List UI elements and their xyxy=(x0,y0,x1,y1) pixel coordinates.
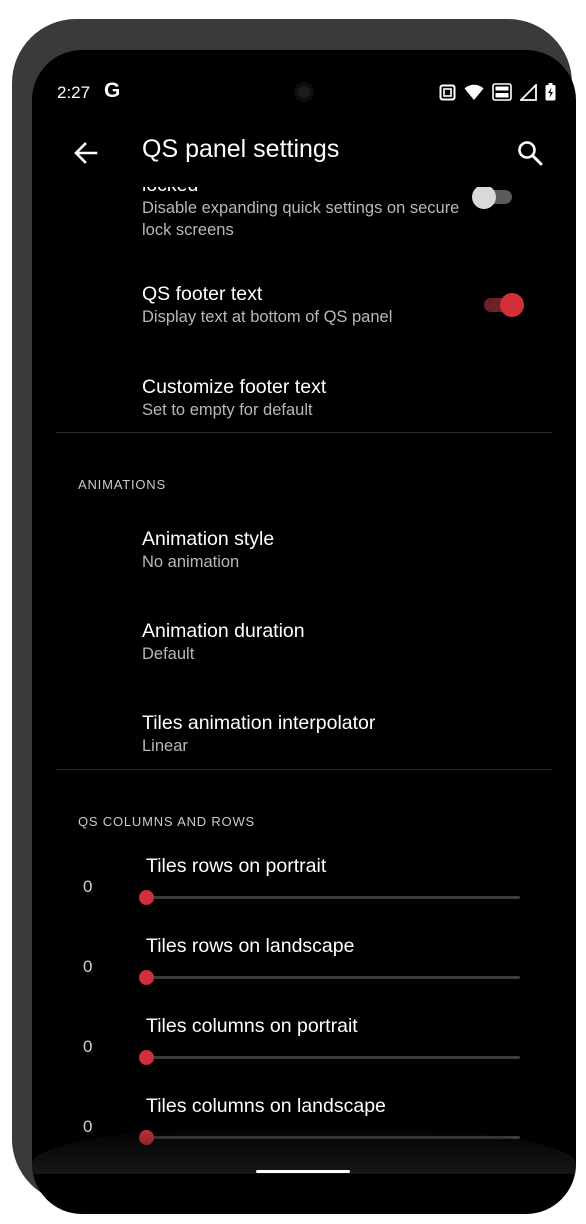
status-bar: 2:27 G xyxy=(32,50,576,110)
slider-title: Tiles rows on landscape xyxy=(146,935,355,957)
slider-rows-landscape[interactable]: 0 Tiles rows on landscape xyxy=(32,933,576,1013)
toggle-thumb xyxy=(472,187,496,209)
wifi-icon xyxy=(464,84,484,100)
pref-title: Animation duration xyxy=(142,620,305,642)
slider-columns-portrait[interactable]: 0 Tiles columns on portrait xyxy=(32,1013,576,1093)
divider xyxy=(56,432,552,433)
slider-track[interactable] xyxy=(146,896,520,899)
pref-title: Animation style xyxy=(142,528,275,550)
slider-track[interactable] xyxy=(146,976,520,979)
signal-icon xyxy=(520,83,537,101)
pref-summary: Linear xyxy=(142,737,188,755)
slider-thumb[interactable] xyxy=(139,1050,154,1065)
pref-summary: Disable expanding quick settings on secu… xyxy=(142,199,460,239)
screen: 2:27 G QS panel settings Disable expandi… xyxy=(32,50,576,1214)
slider-value: 0 xyxy=(83,1117,93,1136)
status-time: 2:27 xyxy=(57,83,91,102)
phone-frame: 2:27 G QS panel settings Disable expandi… xyxy=(12,19,576,1214)
arrow-back-icon[interactable] xyxy=(72,139,100,167)
pref-customize-footer[interactable]: Customize footer text Set to empty for d… xyxy=(142,375,556,421)
slider-track[interactable] xyxy=(146,1056,520,1059)
slider-value: 0 xyxy=(83,877,93,896)
toggle-thumb xyxy=(500,293,524,317)
gesture-nav-handle[interactable] xyxy=(256,1170,350,1173)
pref-summary: No animation xyxy=(142,553,240,571)
status-icons xyxy=(439,83,556,101)
slider-thumb[interactable] xyxy=(139,970,154,985)
slider-title: Tiles columns on landscape xyxy=(146,1095,386,1117)
slider-title: Tiles columns on portrait xyxy=(146,1015,358,1037)
pref-title: Tiles animation interpolator xyxy=(142,712,376,734)
google-icon: G xyxy=(104,79,121,102)
slider-thumb[interactable] xyxy=(139,890,154,905)
category-columns-rows: QS COLUMNS AND ROWS xyxy=(78,814,255,829)
pref-title: Customize footer text xyxy=(142,376,327,398)
volte-icon xyxy=(492,83,512,101)
search-icon[interactable] xyxy=(516,139,544,167)
camera-cutout xyxy=(294,82,314,102)
pref-tiles-interpolator[interactable]: Tiles animation interpolator Linear xyxy=(142,711,556,757)
slider-title: Tiles rows on portrait xyxy=(146,855,327,877)
pref-animation-duration[interactable]: Animation duration Default xyxy=(142,619,556,665)
pref-animation-style[interactable]: Animation style No animation xyxy=(142,527,556,573)
slider-value: 0 xyxy=(83,957,93,976)
slider-value: 0 xyxy=(83,1037,93,1056)
divider xyxy=(56,769,552,770)
settings-list[interactable]: locked Disable expanding quick settings … xyxy=(32,187,576,1174)
lock-qs-toggle[interactable] xyxy=(472,187,516,211)
slider-rows-portrait[interactable]: 0 Tiles rows on portrait xyxy=(32,853,576,933)
pref-summary: Set to empty for default xyxy=(142,401,313,419)
page-title: QS panel settings xyxy=(142,135,340,163)
app-bar: QS panel settings xyxy=(32,130,576,186)
battery-charging-icon xyxy=(545,83,556,101)
pref-summary: Default xyxy=(142,645,195,663)
qs-footer-toggle[interactable] xyxy=(482,291,526,319)
screenshot-icon xyxy=(439,84,456,100)
category-animations: ANIMATIONS xyxy=(78,477,166,492)
